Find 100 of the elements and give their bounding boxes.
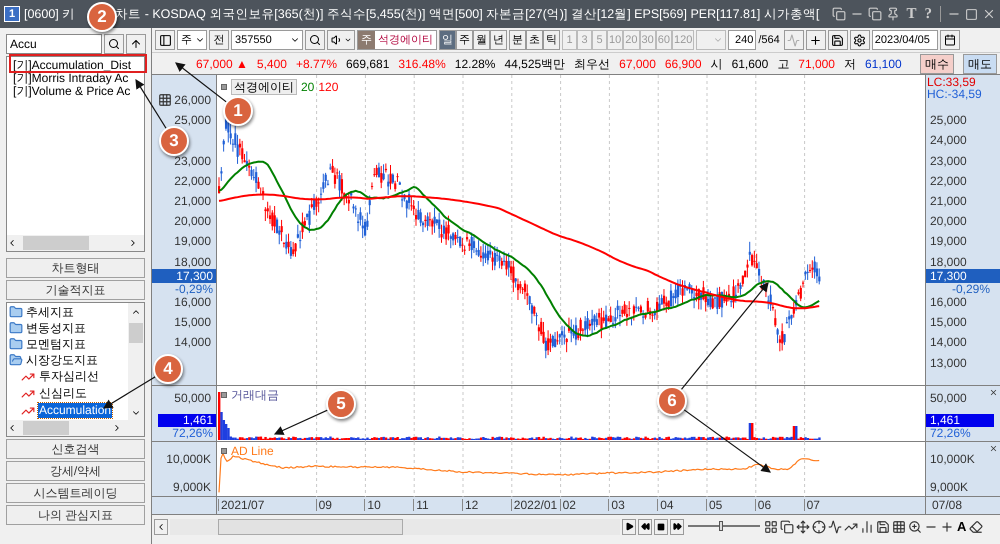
period-tab[interactable]: 틱 [543,30,560,50]
date-field[interactable]: 2023/04/05 [872,30,938,50]
date-label: 03 [608,499,625,511]
section-button[interactable]: 나의 관심지표 [6,505,145,525]
axis-label: 21,000 [930,195,967,207]
quote-value: 67,000 ▲ [196,56,248,72]
market-tag: 주 [358,31,375,49]
axis-label: 16,000 [174,296,211,308]
current-volume-label: 1,461 [158,414,216,427]
quote-value: 66,900 [664,56,702,72]
count-field[interactable]: 240 [728,30,756,50]
axis-label: 25,000 [930,114,967,126]
result-item[interactable]: [기]Morris Intraday Ac [13,72,144,85]
current-price-label: 17,300 [152,268,216,283]
prev-button[interactable]: 전 [209,30,229,50]
date-label: 2022/01 [510,499,558,511]
ma-period-label: 120 [318,79,338,96]
change-label: -0,29% [952,282,990,295]
quote-value: 12.28% [454,56,496,72]
quote-value: 61,100 [864,56,902,72]
current-volume-label: 1,461 [926,414,994,427]
quote-value: 61,600 [732,56,768,72]
tree-folder[interactable]: 모멘텀지표 [9,336,128,352]
result-item[interactable]: [기]Accumulation_Dist [13,59,144,72]
axis-label: 24,000 [930,134,967,146]
section-button[interactable]: 차트형태 [6,258,145,278]
buy-button[interactable]: 매수 [920,54,954,74]
code-field[interactable]: 357550 [231,30,303,50]
change-label: -0,29% [174,282,213,295]
axis-label: 19,000 [174,235,211,248]
date-label: 07/08 [932,499,962,511]
period-tab[interactable]: 월 [473,30,490,50]
axis-label: 10,000K [166,453,211,465]
period-tab[interactable]: 년 [490,30,507,50]
axis-label: 10,000K [930,453,975,465]
market-dropdown[interactable]: 주 [177,30,207,50]
quote-value: 71,000 [798,56,835,72]
date-label: 10 [364,499,381,511]
axis-label: 20,000 [930,215,967,228]
date-label: 07 [804,499,820,511]
axis-label: 22,000 [174,174,211,187]
quote-value: 44,525백만 [504,56,566,72]
stock-name-label: 석경에이티 [231,79,297,95]
quote-value: 67,000 [619,56,656,72]
section-button[interactable]: 강세/약세 [6,461,145,481]
date-label: 11 [413,499,429,511]
axis-label: 25,000 [174,114,211,126]
tree-folder[interactable]: 변동성지표 [9,320,128,336]
quote-value: 316.48% [398,56,446,72]
axis-label: 50,000 [174,392,211,404]
section-button[interactable]: 시스템트레이딩 [6,483,145,503]
date-label: 05 [706,499,722,511]
window-title: [0600] 키 [24,6,76,23]
result-item[interactable]: [기]Volume & Price Ac [13,85,144,98]
date-label: 04 [657,499,674,511]
title-glyph-button[interactable]: T [904,2,918,26]
date-label: 06 [754,499,772,511]
tree-folder[interactable]: 시장강도지표 [9,352,128,368]
title-glyph-button[interactable]: ? [922,2,934,26]
quote-value: 5,400 [256,56,287,72]
period-tab[interactable]: 일 [439,30,456,50]
axis-label: 21,000 [174,195,211,207]
period-tab[interactable]: 분 [509,30,526,50]
quote-value: 저 [844,56,856,72]
window-title: 차트 - KOSDAQ 외국인보유[365(천)] 주식수[5,455(천)] 액면[500] 자본금[27(억)] 결산[12월] EPS[569] PER[117.81] 시가총액[ [115,6,820,23]
quote-value: 최우선 [574,56,610,72]
ma-period-label: 20 [301,79,314,96]
axis-label: 15,000 [174,316,211,328]
tree-item[interactable]: Accumulation [38,403,112,418]
date-label: 12 [462,499,478,511]
search-field[interactable]: Accu [6,34,102,54]
axis-label: 18,000 [930,256,967,268]
axis-label: 23,000 [174,154,211,167]
axis-label: 23,000 [930,154,967,167]
ratio-label: 72,26% [172,427,213,439]
axis-label: 9,000K [930,481,968,493]
tree-item[interactable]: 투자심리선 [38,369,100,384]
axis-label: 22,000 [930,174,967,187]
date-label: 09 [316,499,332,511]
section-button[interactable]: 기술적지표 [6,280,145,300]
lc-label: LC:33,59 [927,76,976,88]
tree-folder[interactable]: 추세지표 [9,304,128,320]
axis-label: 50,000 [930,392,967,404]
font-button[interactable]: A [956,516,968,536]
stock-name-field[interactable]: 주 석경에이티 [357,30,437,50]
axis-label: 26,000 [174,94,211,106]
hc-label: HC:-34,59 [927,88,982,100]
axis-label: 9,000K [172,481,211,493]
axis-label: 14,000 [174,336,211,348]
period-tab[interactable]: 주 [456,30,473,50]
axis-label: 16,000 [930,296,967,308]
period-tab[interactable]: 초 [526,30,543,50]
quote-value: 고 [777,56,790,72]
quote-value: 시 [710,56,723,72]
axis-label: 19,000 [930,235,967,248]
sell-button[interactable]: 매도 [962,54,997,74]
section-button[interactable]: 신호검색 [6,439,145,459]
ratio-label: 72,26% [930,427,971,439]
pane-title: AD Line [231,445,274,457]
tree-item[interactable]: 신심리도 [38,386,88,401]
